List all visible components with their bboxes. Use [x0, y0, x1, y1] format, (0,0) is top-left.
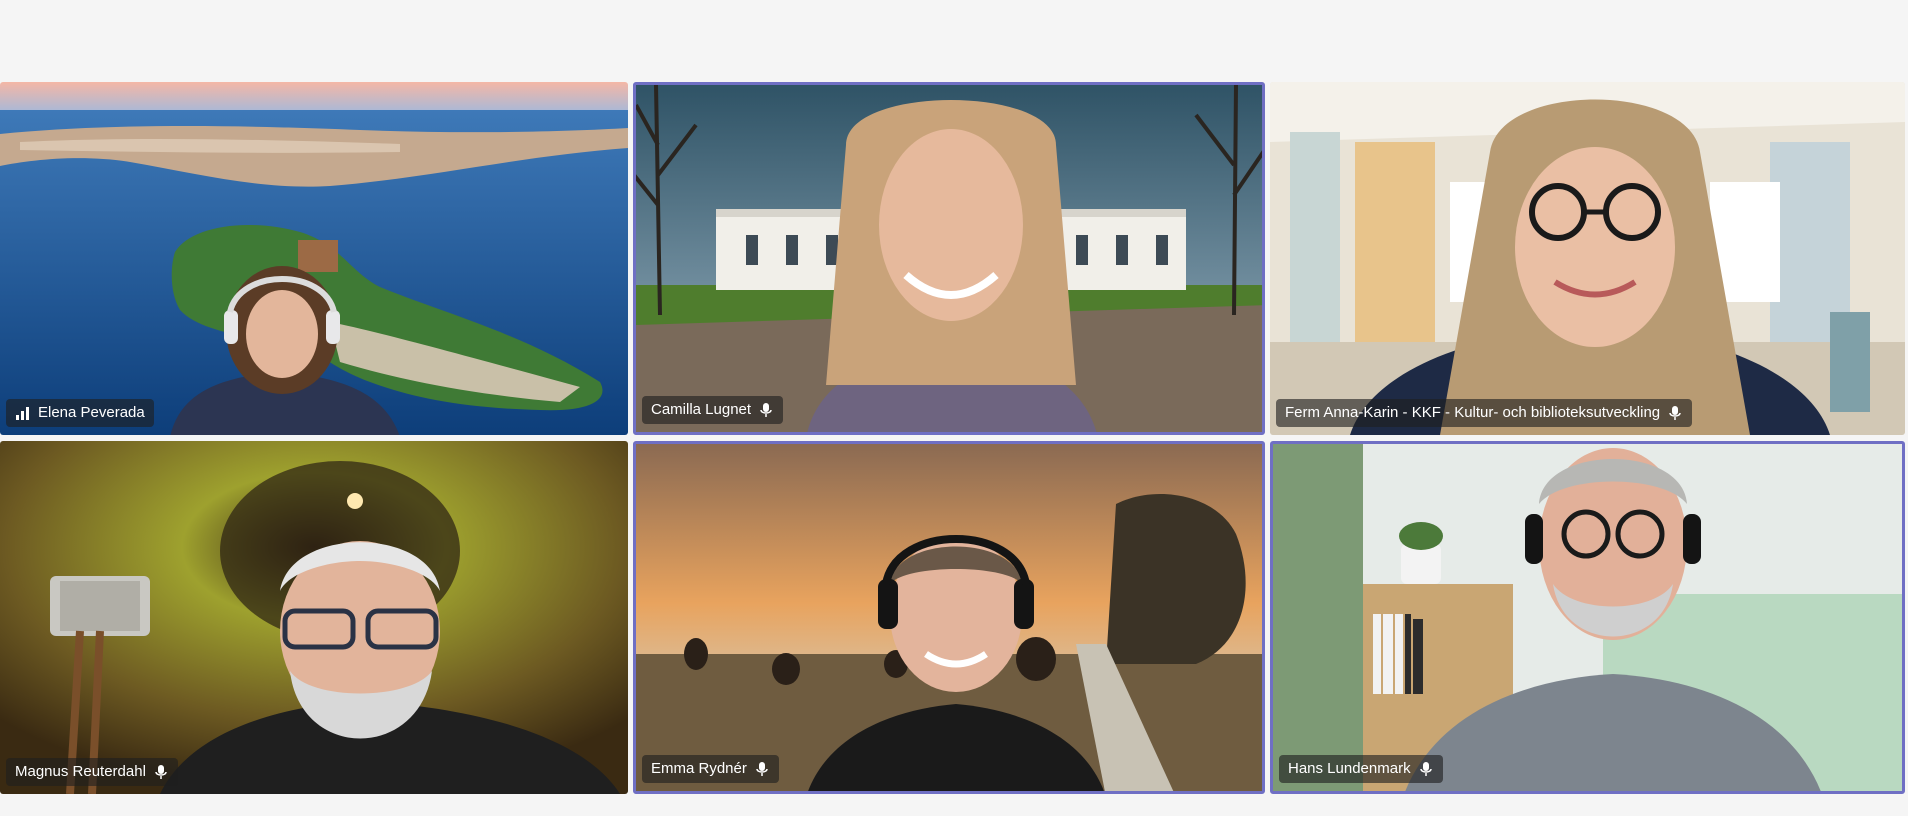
- signal-strength-icon: [16, 407, 29, 420]
- participant-video: [170, 266, 400, 435]
- participant-name: Magnus Reuterdahl: [15, 763, 146, 780]
- participant-name: Camilla Lugnet: [651, 401, 752, 418]
- mic-icon: [760, 403, 772, 417]
- video-tile-camilla-lugnet[interactable]: Camilla Lugnet: [633, 82, 1265, 435]
- mic-icon: [756, 762, 768, 776]
- participant-video: [807, 100, 1097, 432]
- mic-icon: [1419, 762, 1432, 776]
- participant-name-tag: Camilla Lugnet: [642, 396, 784, 424]
- participant-video: [160, 541, 620, 794]
- participant-name: Ferm Anna-Karin - KKF - Kultur- och bibl…: [1285, 404, 1661, 421]
- participant-name-tag: Ferm Anna-Karin - KKF - Kultur- och bibl…: [1276, 399, 1693, 427]
- participant-name-tag: Emma Rydnér: [642, 755, 779, 783]
- participant-name: Elena Peverada: [38, 404, 145, 421]
- video-tile-magnus-reuterdahl[interactable]: Magnus Reuterdahl: [0, 441, 628, 794]
- participant-video: [808, 535, 1104, 791]
- participant-name-tag: Hans Lundenmark: [1279, 755, 1443, 783]
- video-tile-elena-peverada[interactable]: Elena Peverada: [0, 82, 628, 435]
- participant-name: Emma Rydnér: [651, 760, 747, 777]
- video-grid: Elena Peverada Camilla Lugnet Ferm Anna-…: [0, 0, 1908, 816]
- mic-icon: [1669, 406, 1681, 420]
- participant-name-tag: Elena Peverada: [6, 399, 154, 427]
- video-tile-ferm-anna-karin[interactable]: Ferm Anna-Karin - KKF - Kultur- och bibl…: [1270, 82, 1905, 435]
- video-tile-emma-rydner[interactable]: Emma Rydnér: [633, 441, 1265, 794]
- participant-video: [1350, 99, 1830, 435]
- participant-name-tag: Magnus Reuterdahl: [6, 758, 178, 786]
- mic-icon: [155, 765, 167, 779]
- participant-name: Hans Lundenmark: [1288, 760, 1411, 777]
- participant-video: [1405, 448, 1821, 791]
- video-tile-hans-lundenmark[interactable]: Hans Lundenmark: [1270, 441, 1905, 794]
